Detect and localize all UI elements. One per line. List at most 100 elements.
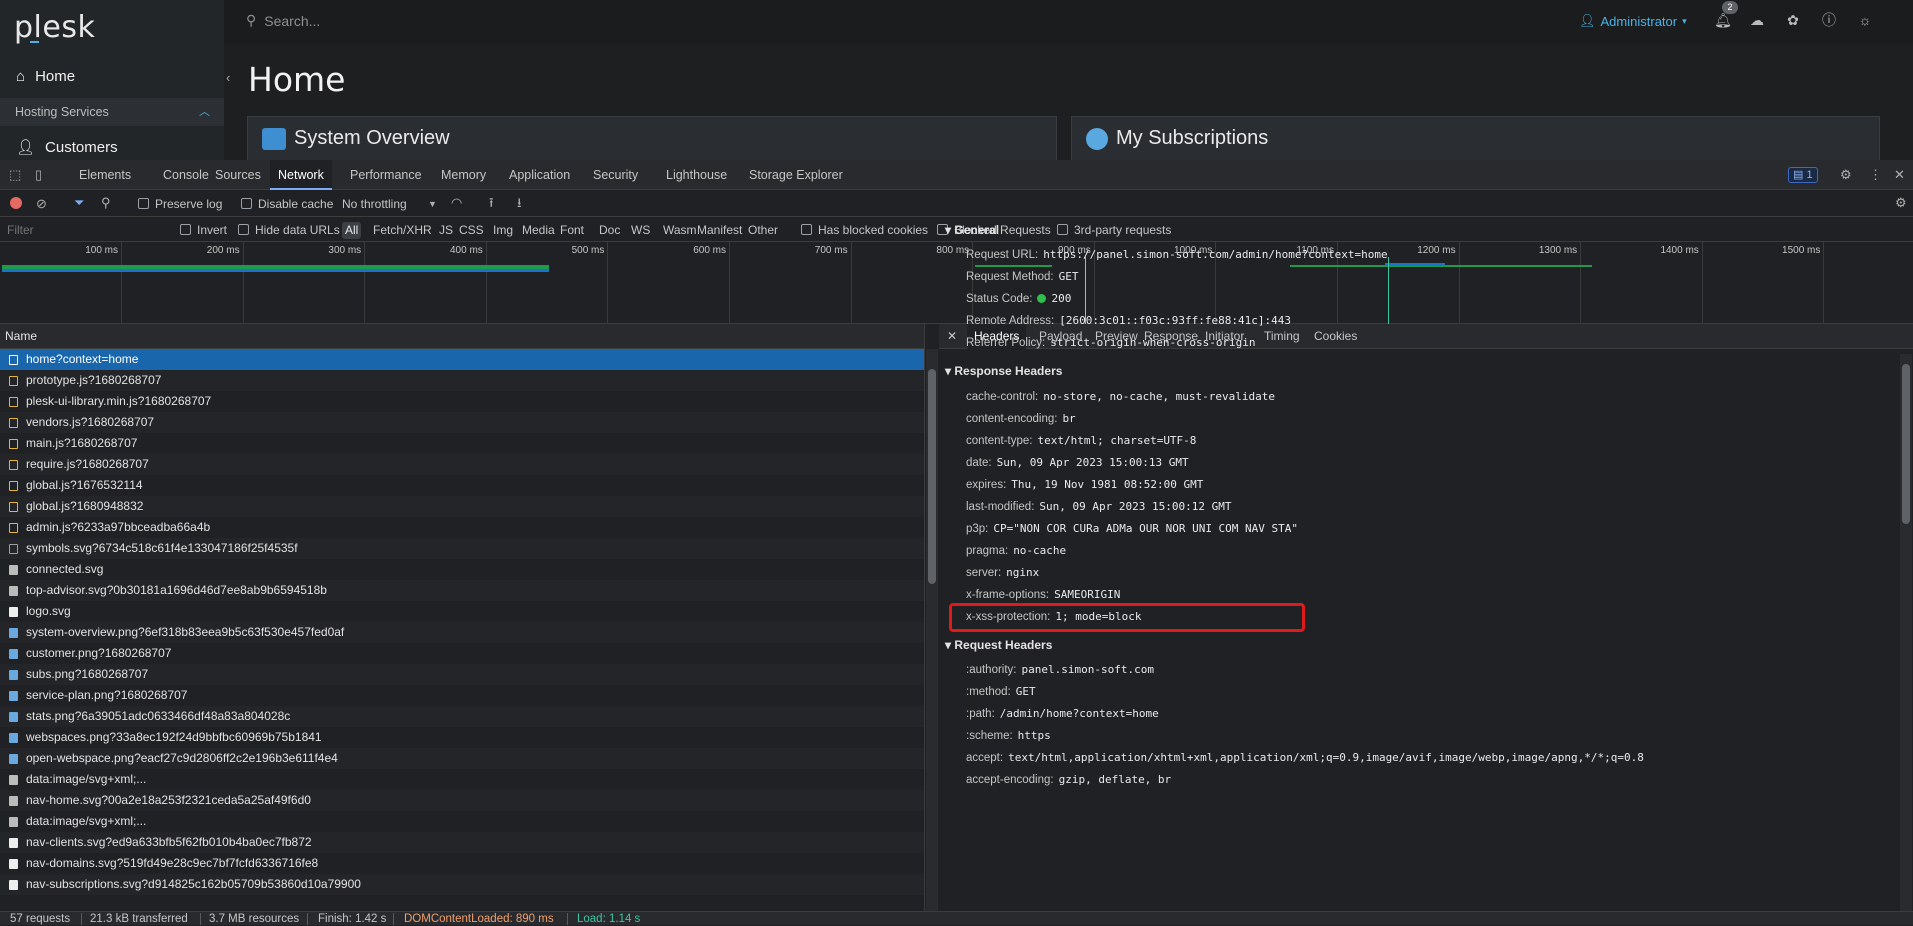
- request-row[interactable]: prototype.js?1680268707: [0, 370, 924, 391]
- request-row[interactable]: nav-domains.svg?519fd49e28c9ec7bf7fcfd63…: [0, 853, 924, 874]
- tab-performance[interactable]: Performance: [342, 160, 430, 190]
- tab-sources[interactable]: Sources: [207, 160, 269, 190]
- request-row[interactable]: global.js?1680948832: [0, 496, 924, 517]
- request-row[interactable]: customer.png?1680268707: [0, 643, 924, 664]
- close-details-icon[interactable]: ✕: [943, 324, 961, 349]
- request-row[interactable]: symbols.svg?6734c518c61f4e133047186f25f4…: [0, 538, 924, 559]
- tab-lighthouse[interactable]: Lighthouse: [658, 160, 735, 190]
- scrollbar-thumb[interactable]: [928, 369, 936, 584]
- throttling-select[interactable]: No throttling: [342, 197, 407, 211]
- request-row[interactable]: plesk-ui-library.min.js?1680268707: [0, 391, 924, 412]
- export-har-icon[interactable]: ⭳: [517, 196, 522, 210]
- request-row[interactable]: open-webspace.png?eacf27c9d2806ff2c2e196…: [0, 748, 924, 769]
- request-row[interactable]: home?context=home: [0, 349, 924, 370]
- cloud-icon[interactable]: ☁: [1748, 11, 1766, 29]
- request-row[interactable]: data:image/svg+xml;...: [0, 811, 924, 832]
- scrollbar-thumb[interactable]: [1902, 364, 1910, 524]
- theme-icon[interactable]: ☼: [1856, 11, 1874, 29]
- request-row[interactable]: require.js?1680268707: [0, 454, 924, 475]
- doc-file-icon: [9, 544, 18, 554]
- filter-icon[interactable]: ⏷: [74, 196, 84, 210]
- general-section-header[interactable]: ▾ General: [945, 223, 999, 237]
- timeline-gridline: [607, 242, 609, 324]
- device-toolbar-icon[interactable]: ▯: [35, 168, 42, 182]
- response-headers-section-header[interactable]: ▾ Response Headers: [945, 364, 1062, 378]
- request-name: open-webspace.png?eacf27c9d2806ff2c2e196…: [26, 751, 338, 765]
- filter-type-img[interactable]: Img: [490, 222, 516, 239]
- clear-icon[interactable]: ⊘: [36, 197, 47, 211]
- tab-security[interactable]: Security: [585, 160, 646, 190]
- settings-icon[interactable]: ⚙: [1840, 168, 1852, 182]
- request-row[interactable]: admin.js?6233a97bbceadba66a4b: [0, 517, 924, 538]
- request-row[interactable]: subs.png?1680268707: [0, 664, 924, 685]
- png-file-icon: [9, 649, 18, 659]
- filter-type-doc[interactable]: Doc: [596, 222, 623, 239]
- tab-elements[interactable]: Elements: [71, 160, 139, 190]
- network-settings-icon[interactable]: ⚙: [1895, 196, 1907, 210]
- tab-network[interactable]: Network: [270, 160, 332, 190]
- request-row[interactable]: global.js?1676532114: [0, 475, 924, 496]
- filter-type-media[interactable]: Media: [519, 222, 558, 239]
- request-row[interactable]: webspaces.png?33a8ec192f24d9bbfbc60969b7…: [0, 727, 924, 748]
- request-headers-section-header[interactable]: ▾ Request Headers: [945, 638, 1052, 652]
- third-party-checkbox[interactable]: [1057, 224, 1068, 235]
- search-icon[interactable]: ⚲: [101, 196, 111, 210]
- disable-cache-checkbox[interactable]: [241, 198, 252, 209]
- record-icon[interactable]: [10, 197, 22, 209]
- inspect-icon[interactable]: ⬚: [9, 168, 21, 182]
- request-row[interactable]: main.js?1680268707: [0, 433, 924, 454]
- messages-badge[interactable]: ▤ 1: [1788, 167, 1818, 183]
- search-box[interactable]: ⚲ Search...: [246, 12, 320, 29]
- request-name: home?context=home: [26, 352, 139, 366]
- network-conditions-icon[interactable]: ◠: [451, 196, 462, 210]
- tab-storage-explorer[interactable]: Storage Explorer: [741, 160, 851, 190]
- hide-data-urls-checkbox[interactable]: [238, 224, 249, 235]
- request-list-scrollbar[interactable]: [926, 349, 938, 911]
- request-row[interactable]: nav-clients.svg?ed9a633bfb5f62fb010b4ba0…: [0, 832, 924, 853]
- notifications-icon[interactable]: 🔔︎: [1714, 11, 1732, 29]
- invert-checkbox[interactable]: [180, 224, 191, 235]
- filter-type-css[interactable]: CSS: [456, 222, 487, 239]
- request-row[interactable]: nav-home.svg?00a2e18a253f2321ceda5a25af4…: [0, 790, 924, 811]
- network-overview-timeline[interactable]: 100 ms 200 ms 300 ms 400 ms 500 ms 600 ms 700 …: [0, 242, 1913, 324]
- request-row[interactable]: stats.png?6a39051adc0633466df48a83a80402…: [0, 706, 924, 727]
- detail-tab-cookies[interactable]: Cookies: [1307, 324, 1364, 349]
- tab-application[interactable]: Application: [501, 160, 578, 190]
- request-row[interactable]: vendors.js?1680268707: [0, 412, 924, 433]
- sidebar-item-home[interactable]: ⌂ Home: [16, 68, 75, 85]
- filter-type-other[interactable]: Other: [745, 222, 781, 239]
- search-input[interactable]: Search...: [264, 13, 320, 29]
- request-row[interactable]: data:image/svg+xml;...: [0, 769, 924, 790]
- details-scrollbar[interactable]: [1900, 354, 1912, 911]
- close-icon[interactable]: ✕: [1894, 168, 1905, 182]
- help-icon[interactable]: ⓘ: [1820, 11, 1838, 29]
- request-row[interactable]: nav-subscriptions.svg?d914825c162b05709b…: [0, 874, 924, 895]
- request-row[interactable]: connected.svg: [0, 559, 924, 580]
- filter-type-js[interactable]: JS: [436, 222, 456, 239]
- name-column-header[interactable]: Name: [0, 324, 924, 349]
- system-overview-card[interactable]: System Overview: [247, 116, 1057, 160]
- filter-type-font[interactable]: Font: [557, 222, 587, 239]
- sidebar-item-customers[interactable]: 👤︎ Customers: [16, 138, 118, 157]
- filter-type-all[interactable]: All: [342, 222, 362, 239]
- import-har-icon[interactable]: ⭱: [489, 196, 494, 210]
- user-menu[interactable]: 👤︎ Administrator ▾: [1579, 13, 1687, 29]
- tab-memory[interactable]: Memory: [433, 160, 494, 190]
- request-row[interactable]: system-overview.png?6ef318b83eea9b5c63f5…: [0, 622, 924, 643]
- request-row[interactable]: service-plan.png?1680268707: [0, 685, 924, 706]
- filter-input[interactable]: [1, 220, 166, 239]
- my-subscriptions-card[interactable]: My Subscriptions: [1071, 116, 1880, 160]
- has-blocked-cookies-checkbox[interactable]: [801, 224, 812, 235]
- filter-type-manifest[interactable]: Manifest: [694, 222, 745, 239]
- request-row[interactable]: top-advisor.svg?0b30181a1696d46d7ee8ab9b…: [0, 580, 924, 601]
- collapse-sidebar-icon[interactable]: ‹: [226, 70, 230, 85]
- more-options-icon[interactable]: ⋮: [1869, 168, 1882, 182]
- request-row[interactable]: logo.svg: [0, 601, 924, 622]
- timeline-tick-label: 1500 ms: [1782, 245, 1821, 256]
- sidebar-section-hosting[interactable]: Hosting Services ︿: [0, 98, 224, 126]
- extensions-icon[interactable]: ✿: [1784, 11, 1802, 29]
- filter-type-fetch-xhr[interactable]: Fetch/XHR: [370, 222, 435, 239]
- detail-tab-timing[interactable]: Timing: [1257, 324, 1307, 349]
- filter-type-ws[interactable]: WS: [628, 222, 653, 239]
- preserve-log-checkbox[interactable]: [138, 198, 149, 209]
